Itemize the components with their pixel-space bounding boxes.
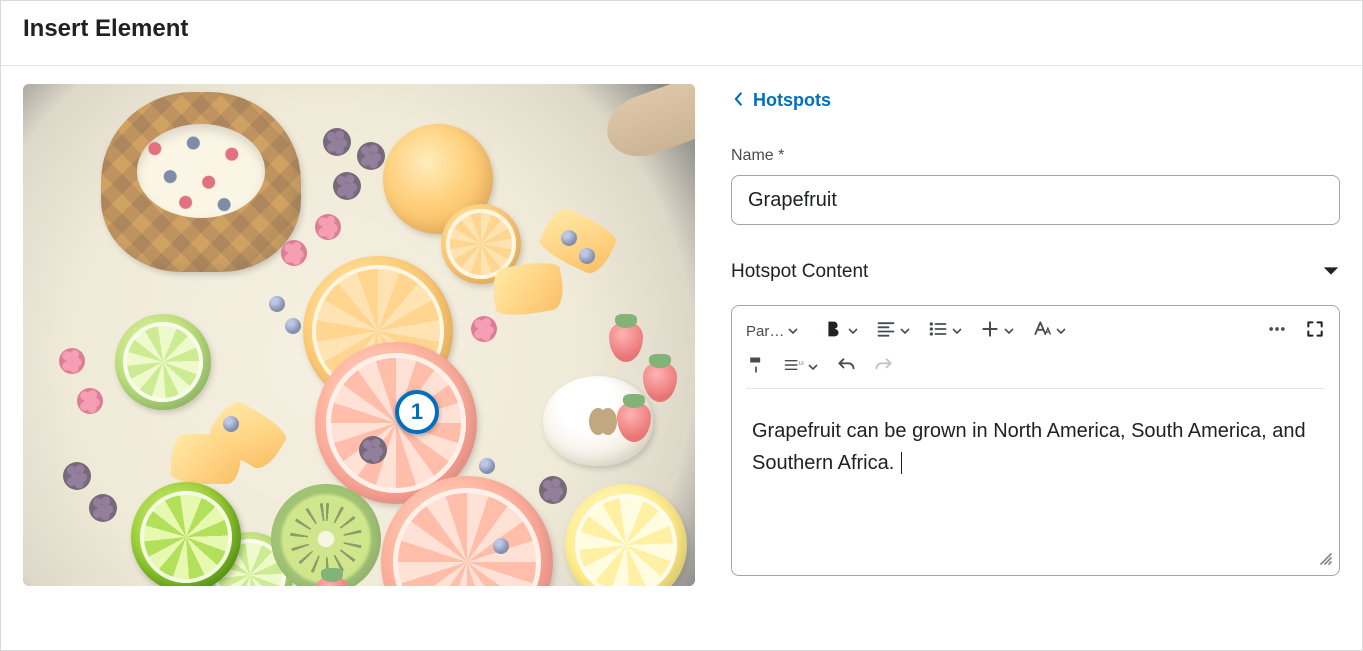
plus-icon [980, 319, 1000, 343]
insert-dropdown[interactable] [980, 316, 1014, 346]
fullscreen-button[interactable] [1305, 316, 1325, 346]
hotspot-content-label: Hotspot Content [731, 261, 868, 283]
list-dropdown[interactable] [928, 316, 962, 346]
undo-icon [836, 355, 856, 379]
redo-icon [874, 355, 894, 379]
editor-body-text: Grapefruit can be grown in North America… [752, 420, 1306, 474]
more-actions-button[interactable] [1267, 316, 1287, 346]
align-left-icon [876, 319, 896, 343]
more-horizontal-icon [1267, 319, 1287, 343]
fruit-platter-image: 1 [23, 84, 695, 586]
editor-toolbar: Par… [732, 306, 1339, 395]
align-dropdown[interactable] [876, 316, 910, 346]
hotspot-marker-number: 1 [411, 399, 423, 425]
expand-icon [1305, 319, 1325, 343]
image-canvas[interactable]: 1 [23, 84, 695, 628]
rich-text-editor: Par… [731, 305, 1340, 576]
bold-dropdown[interactable] [822, 316, 858, 346]
dialog-title: Insert Element [23, 15, 1340, 43]
dialog-header: Insert Element [1, 1, 1362, 53]
redo-button[interactable] [874, 352, 894, 382]
name-input[interactable] [731, 175, 1340, 225]
bullet-list-icon [928, 319, 948, 343]
svg-text:123: 123 [798, 360, 804, 365]
format-paint-button[interactable] [746, 352, 766, 382]
line-spacing-dropdown[interactable]: 123 [784, 352, 818, 382]
hotspot-content-header[interactable]: Hotspot Content [731, 261, 1340, 283]
resize-handle[interactable] [1317, 550, 1333, 571]
hotspot-form: Hotspots Name * Hotspot Content Par… [695, 84, 1340, 628]
editor-content-area[interactable]: Grapefruit can be grown in North America… [732, 395, 1339, 575]
line-spacing-icon: 123 [784, 355, 804, 379]
chevron-down-icon [1322, 261, 1340, 283]
undo-button[interactable] [836, 352, 856, 382]
toolbar-divider [746, 388, 1325, 389]
back-link-label: Hotspots [753, 90, 831, 111]
format-paint-icon [746, 355, 766, 379]
chevron-left-icon [731, 90, 745, 111]
insert-element-dialog: Insert Element [0, 0, 1363, 651]
hotspot-marker-1[interactable]: 1 [395, 390, 439, 434]
resize-icon [1317, 553, 1333, 570]
name-label: Name * [731, 147, 1340, 165]
paragraph-style-dropdown[interactable]: Par… [746, 316, 804, 346]
font-icon [1032, 319, 1052, 343]
dialog-body: 1 Hotspots Name * Hotspot Content [1, 66, 1362, 646]
back-to-hotspots[interactable]: Hotspots [731, 90, 1340, 111]
paragraph-style-label: Par… [746, 323, 784, 340]
bold-icon [822, 318, 844, 344]
font-dropdown[interactable] [1032, 316, 1066, 346]
